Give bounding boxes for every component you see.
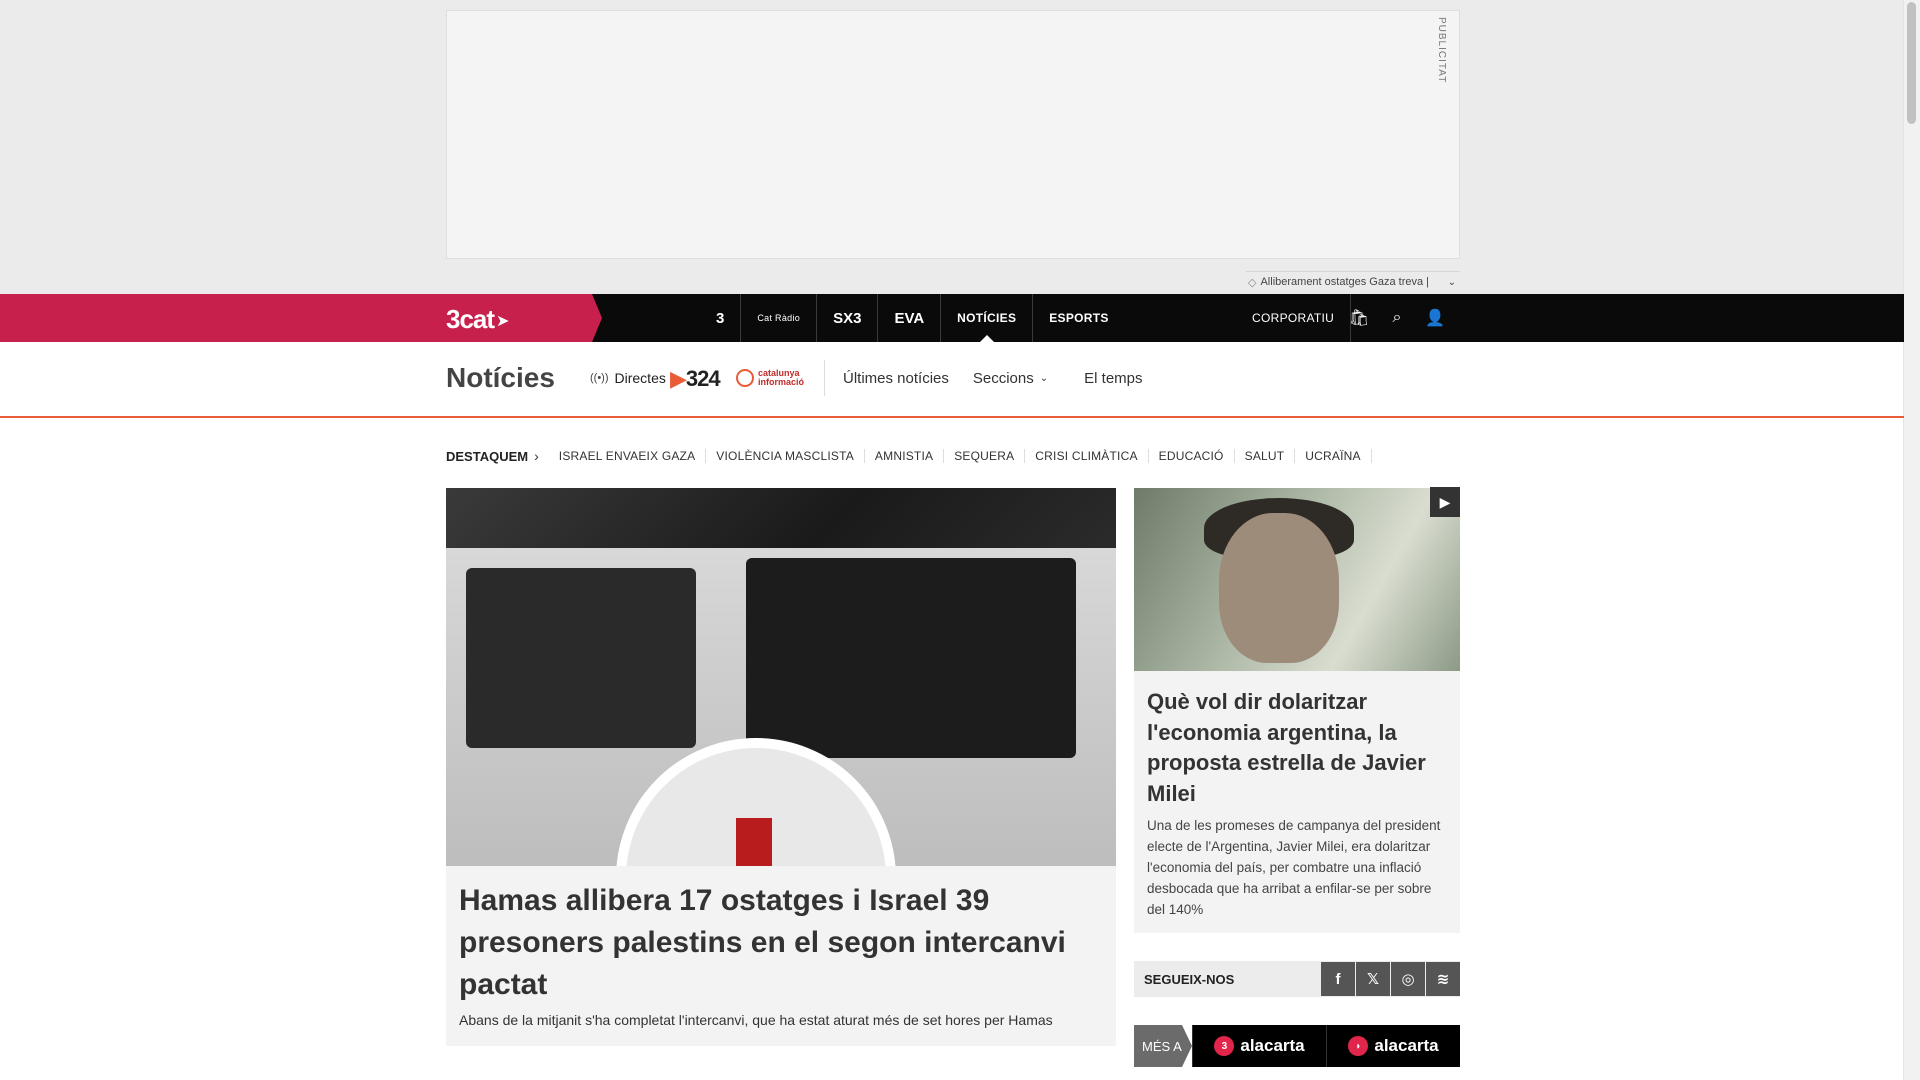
channel-eva-label: EVA <box>894 309 925 327</box>
channel-esports[interactable]: ESPORTS <box>1033 294 1124 342</box>
main-navbar: 3cat ➤ 3 Cat Ràdio SX3 EVA NOTÍCIES ESPOR… <box>0 294 1904 342</box>
brand-strip <box>0 294 602 342</box>
channel-esports-label: ESPORTS <box>1049 311 1109 325</box>
main-story-summary: Abans de la mitjanit s'ha completat l'in… <box>459 1012 1053 1028</box>
alacarta-label: alacarta <box>1240 1036 1305 1055</box>
search-icon[interactable]: ⌕ <box>1384 305 1410 331</box>
follow-label: SEGUEIX-NOS <box>1144 971 1235 987</box>
alacarta-label: alacarta <box>1374 1036 1439 1055</box>
main-story-image[interactable] <box>446 488 1116 866</box>
logo-324-mark: ▶ <box>670 366 687 391</box>
topic-ticker[interactable]: ◇ Alliberament ostatges Gaza treva | ⌄ <box>1246 271 1460 292</box>
main-story-card[interactable]: Hamas allibera 17 ostatges i Israel 39 p… <box>446 866 1116 1046</box>
channel-noticies-label: NOTÍCIES <box>957 311 1017 325</box>
ad-label: PUBLICITAT <box>1436 17 1447 84</box>
channel-eva[interactable]: EVA <box>878 294 942 342</box>
section-links: Últimes notícies Seccions ⌄ El temps <box>824 360 1149 396</box>
chevron-down-icon[interactable]: ⌄ <box>1040 373 1048 384</box>
alacarta-catradio-link[interactable]: ◗ alacarta <box>1326 1025 1460 1067</box>
logo-324-text: 324 <box>685 366 721 391</box>
logo-ci-mark <box>736 369 754 387</box>
channel-nav: 3 Cat Ràdio SX3 EVA NOTÍCIES ESPORTS <box>700 294 1125 342</box>
corporatiu-link[interactable]: CORPORATIU <box>1252 294 1352 342</box>
side-story-headline[interactable]: Què vol dir dolaritzar l'economia argent… <box>1147 687 1447 809</box>
topic-link[interactable]: ISRAEL ENVAEIX GAZA <box>549 449 707 463</box>
red-cross-mark <box>736 818 772 866</box>
side-story-image[interactable] <box>1134 488 1460 671</box>
section-header: Notícies ((•)) Directes ▶324 catalunya i… <box>0 342 1904 418</box>
channel-catradio-label: Cat Ràdio <box>757 313 801 323</box>
topic-link[interactable]: SEQUERA <box>944 449 1026 463</box>
page-title: Notícies <box>446 362 555 393</box>
x-icon[interactable]: 𝕏 <box>1356 962 1390 996</box>
user-icon[interactable]: 👤 <box>1422 305 1448 331</box>
channel-sx3[interactable]: SX3 <box>817 294 879 342</box>
brand-arrow-icon: ➤ <box>496 313 509 331</box>
van-window <box>466 568 696 748</box>
channel-3-label: 3 <box>716 309 725 327</box>
ticker-text: Alliberament ostatges Gaza treva | <box>1260 276 1430 288</box>
nav-icons: 🛍 ⌕ 👤 <box>1346 294 1448 342</box>
follow-us-bar: SEGUEIX-NOS f 𝕏 ◎ ≋ <box>1134 961 1460 997</box>
alacarta-3-link[interactable]: 3 alacarta <box>1192 1025 1326 1067</box>
logo-324[interactable]: ▶324 <box>670 366 721 392</box>
facebook-icon[interactable]: f <box>1321 962 1355 996</box>
shopping-bag-icon[interactable]: 🛍 <box>1346 305 1372 331</box>
catradio-badge-icon: ◗ <box>1348 1036 1369 1056</box>
broadcast-icon: ((•)) <box>590 372 609 384</box>
highlight-topics: DESTAQUEM › ISRAEL ENVAEIX GAZA VIOLÈNCI… <box>446 446 1372 466</box>
portrait-face <box>1219 513 1339 663</box>
logo-catalunya-informacio[interactable]: catalunya informació <box>736 369 808 387</box>
live-label: Directes <box>614 370 666 386</box>
topic-link[interactable]: EDUCACIÓ <box>1149 449 1235 463</box>
tag-icon: ◇ <box>1248 276 1257 289</box>
channel-noticies[interactable]: NOTÍCIES <box>941 294 1034 342</box>
play-icon[interactable]: ▶ <box>1430 487 1460 517</box>
link-ultimes-noticies[interactable]: Últimes notícies <box>843 370 949 387</box>
side-story-card[interactable]: Què vol dir dolaritzar l'economia argent… <box>1134 671 1460 933</box>
rss-icon[interactable]: ≋ <box>1426 962 1460 996</box>
destaquem-label: DESTAQUEM <box>446 448 529 464</box>
logo-ci-text: catalunya informació <box>758 368 805 387</box>
scrollbar[interactable] <box>1903 0 1920 1080</box>
topic-link[interactable]: SALUT <box>1235 449 1296 463</box>
live-link[interactable]: ((•)) Directes <box>590 370 666 386</box>
ad-zone: PUBLICITAT ◇ Alliberament ostatges Gaza … <box>0 0 1904 294</box>
brand-logo[interactable]: 3cat ➤ <box>446 304 509 335</box>
brand-logo-text: 3cat <box>446 304 495 334</box>
topic-link[interactable]: UCRAÏNA <box>1295 449 1372 463</box>
topic-link[interactable]: CRISI CLIMÀTICA <box>1025 449 1149 463</box>
topic-link[interactable]: AMNISTIA <box>865 449 945 463</box>
link-seccions[interactable]: Seccions <box>973 370 1034 387</box>
channel-3[interactable]: 3 <box>700 294 742 342</box>
chevron-down-icon[interactable]: ⌄ <box>1448 277 1456 288</box>
alacarta-bar: MÉS A 3 alacarta ◗ alacarta <box>1134 1025 1460 1067</box>
main-story-headline[interactable]: Hamas allibera 17 ostatges i Israel 39 p… <box>459 880 1079 1006</box>
chevron-right-icon: › <box>534 448 539 464</box>
link-el-temps[interactable]: El temps <box>1084 370 1142 387</box>
channel-sx3-label: SX3 <box>833 309 862 327</box>
mes-a-label: MÉS A <box>1134 1025 1192 1067</box>
channel-catradio[interactable]: Cat Ràdio <box>741 294 818 342</box>
van-window <box>746 558 1076 758</box>
topic-link[interactable]: VIOLÈNCIA MASCLISTA <box>706 449 865 463</box>
scrollbar-thumb[interactable] <box>1907 2 1916 124</box>
tv3-badge-icon: 3 <box>1214 1036 1235 1056</box>
instagram-icon[interactable]: ◎ <box>1391 962 1425 996</box>
advertisement-banner[interactable]: PUBLICITAT <box>446 10 1460 259</box>
side-story-summary: Una de les promeses de campanya del pres… <box>1147 818 1441 917</box>
